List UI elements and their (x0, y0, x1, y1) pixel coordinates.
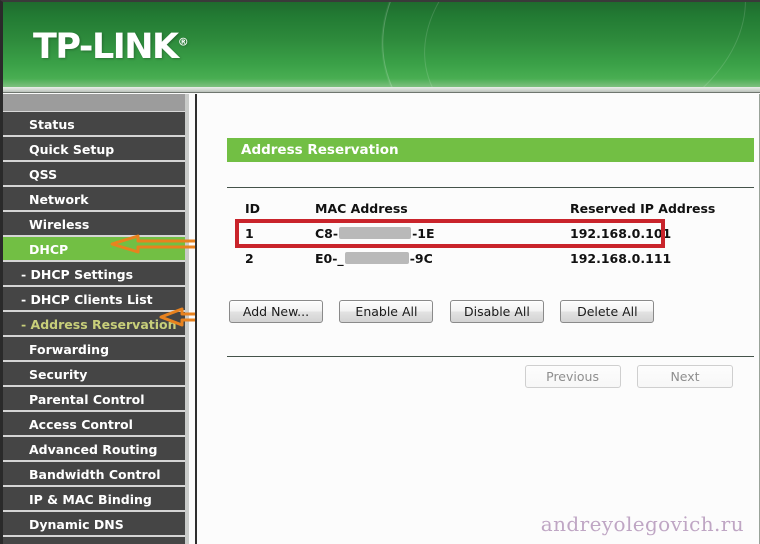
sidebar-item-dhcp-clients-list[interactable]: - DHCP Clients List (3, 287, 185, 312)
sidebar-item-security[interactable]: Security (3, 362, 185, 387)
mac-redaction-bar (339, 227, 412, 239)
cell-id: 1 (245, 226, 254, 241)
disable-all-button[interactable]: Disable All (449, 300, 544, 323)
table-header-row: ID MAC Address Reserved IP Address (227, 197, 754, 221)
add-new-button[interactable]: Add New... (229, 300, 323, 323)
page-header: TP-LINK® (3, 2, 760, 87)
sidebar-item-wireless[interactable]: Wireless (3, 212, 185, 237)
cell-mac-address: C8- -1E (315, 221, 435, 246)
sidebar-item-address-reservation[interactable]: - Address Reservation (3, 312, 185, 337)
mac-prefix: C8- (315, 226, 339, 241)
action-button-row: Add New... Enable All Disable All Delete… (229, 300, 666, 323)
delete-all-button[interactable]: Delete All (560, 300, 655, 323)
sidebar-item-status[interactable]: Status (3, 112, 185, 137)
pagination-controls: Previous Next (524, 365, 745, 388)
sidebar-item-qss[interactable]: QSS (3, 162, 185, 187)
sidebar-item-parental-control[interactable]: Parental Control (3, 387, 185, 412)
sidebar-item-dhcp[interactable]: DHCP (3, 237, 185, 262)
divider-top (227, 187, 754, 188)
table-row[interactable]: 1 C8- -1E 192.168.0.101 (227, 221, 754, 246)
header-swoosh-decoration-2 (392, 2, 760, 87)
tplink-logo: TP-LINK® (33, 27, 189, 67)
column-header-ip: Reserved IP Address (570, 201, 716, 216)
sidebar-item-access-control[interactable]: Access Control (3, 412, 185, 437)
cell-reserved-ip: 192.168.0.101 (570, 226, 672, 241)
sidebar-item-dynamic-dns[interactable]: Dynamic DNS (3, 512, 185, 537)
cell-reserved-ip: 192.168.0.111 (570, 251, 672, 266)
site-watermark: andreyolegovich.ru (540, 512, 744, 536)
divider-bottom (227, 356, 754, 357)
cell-id: 2 (245, 251, 254, 266)
sidebar-top-spacer (3, 94, 185, 112)
page-title: Address Reservation (227, 138, 754, 162)
sidebar-item-system-tools[interactable]: System Tools (3, 537, 185, 544)
next-button[interactable]: Next (637, 365, 733, 388)
enable-all-button[interactable]: Enable All (339, 300, 434, 323)
mac-suffix: -9C (409, 251, 433, 266)
sidebar-item-ip-mac-binding[interactable]: IP & MAC Binding (3, 487, 185, 512)
sidebar-item-quick-setup[interactable]: Quick Setup (3, 137, 185, 162)
mac-redaction-bar (344, 252, 409, 264)
mac-suffix: -1E (412, 226, 435, 241)
address-reservation-table: ID MAC Address Reserved IP Address 1 C8- -… (227, 197, 754, 271)
cell-mac-address: E0-_ -9C (315, 246, 433, 271)
sidebar-item-bandwidth-control[interactable]: Bandwidth Control (3, 462, 185, 487)
sidebar-item-advanced-routing[interactable]: Advanced Routing (3, 437, 185, 462)
mac-prefix: E0-_ (315, 251, 344, 266)
column-header-id: ID (245, 201, 261, 216)
sidebar-item-network[interactable]: Network (3, 187, 185, 212)
previous-button[interactable]: Previous (524, 365, 621, 388)
table-row[interactable]: 2 E0-_ -9C 192.168.0.111 (227, 246, 754, 271)
router-admin-page: TP-LINK® Status Quick Setup QSS Network Wire… (0, 0, 760, 544)
column-header-mac: MAC Address (315, 201, 408, 216)
sidebar-nav: Status Quick Setup QSS Network Wireless DHCP -… (3, 94, 189, 544)
sidebar-item-dhcp-settings[interactable]: - DHCP Settings (3, 262, 185, 287)
content-panel: Address Reservation ID MAC Address Reser… (195, 94, 760, 544)
sidebar-item-forwarding[interactable]: Forwarding (3, 337, 185, 362)
registered-trademark-icon: ® (177, 35, 189, 49)
brand-name: TP-LINK (33, 27, 179, 67)
header-bottom-bevel (3, 87, 760, 93)
